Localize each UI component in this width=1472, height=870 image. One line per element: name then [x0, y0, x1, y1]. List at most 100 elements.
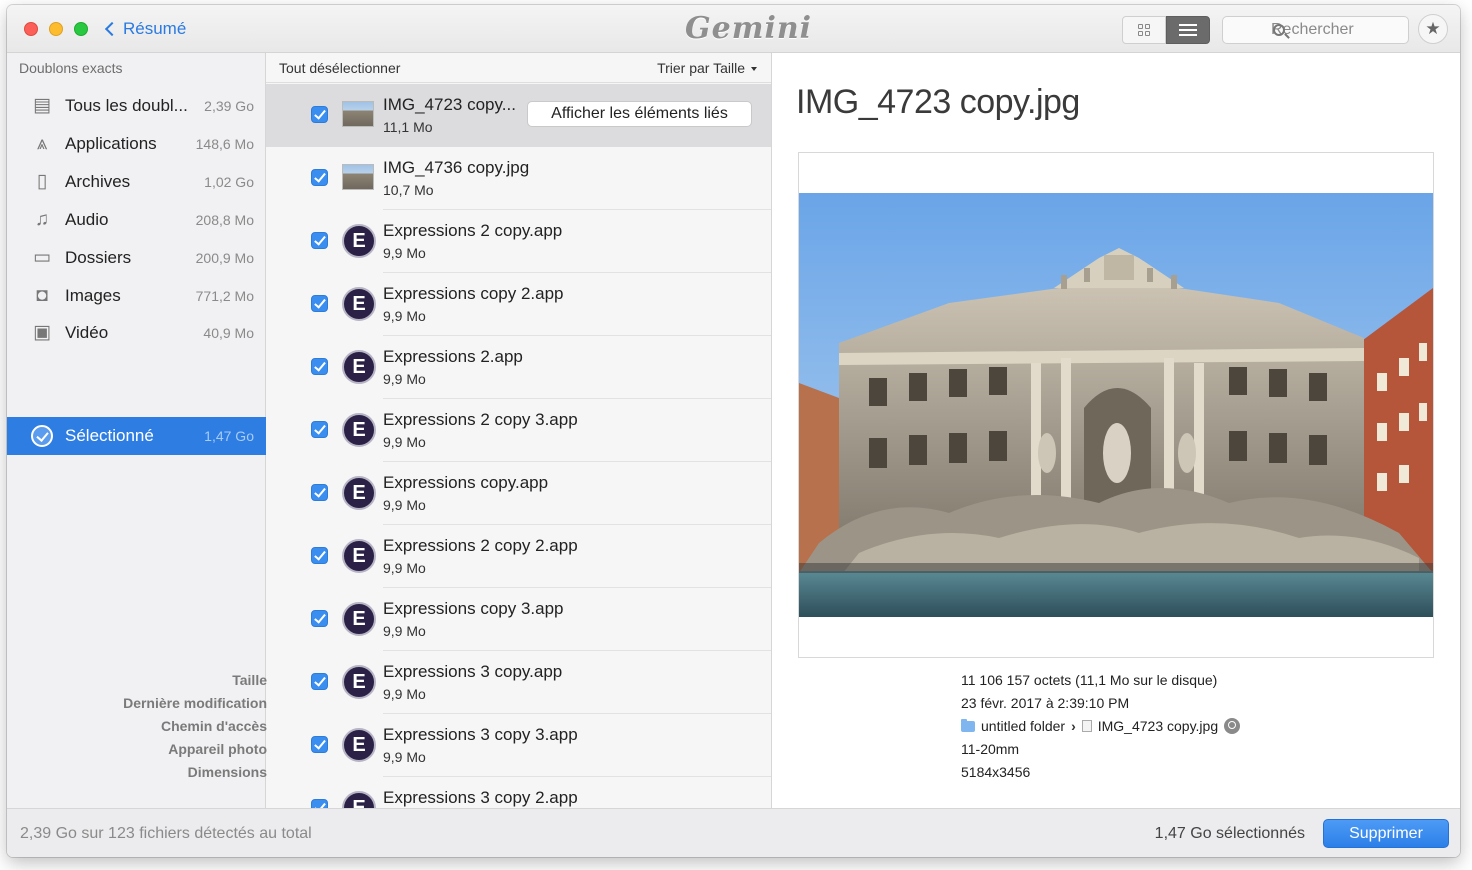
file-name: Expressions copy 3.app: [383, 599, 564, 618]
expressions-app-icon: E: [342, 476, 376, 510]
list-item[interactable]: E Expressions 3 copy.app 9,9 Mo: [266, 651, 771, 714]
list-view-toggle[interactable]: [1166, 16, 1210, 44]
list-item[interactable]: E Expressions 2 copy.app 9,9 Mo: [266, 210, 771, 273]
path-folder[interactable]: untitled folder: [981, 718, 1065, 734]
sidebar-item-label: Archives: [65, 172, 131, 191]
file-name: Expressions copy.app: [383, 473, 549, 492]
sidebar-item-video[interactable]: ▣ Vidéo 40,9 Mo: [7, 315, 266, 351]
sidebar-item-archives[interactable]: ▯ Archives 1,02 Go: [7, 164, 266, 200]
list-item[interactable]: IMG_4723 copy... 11,1 Mo Afficher les él…: [266, 84, 771, 147]
row-checkbox[interactable]: [311, 736, 328, 753]
row-checkbox[interactable]: [311, 799, 328, 808]
app-window: Résumé Gemini Rechercher ★ Doublons exac…: [7, 5, 1460, 857]
title-bar: Résumé Gemini Rechercher ★: [7, 5, 1460, 53]
sidebar-item-label: Tous les doubl...: [65, 96, 188, 115]
grid-view-toggle[interactable]: [1122, 16, 1166, 44]
sort-label: Trier par Taille: [657, 60, 745, 76]
app-store-icon: ⩓: [36, 133, 48, 154]
file-name: Expressions 2.app: [383, 347, 523, 366]
row-checkbox[interactable]: [311, 484, 328, 501]
chevron-left-icon: [104, 21, 120, 37]
sidebar-item-applications[interactable]: ⩓ Applications 148,6 Mo: [7, 126, 266, 162]
sort-menu[interactable]: Trier par Taille: [657, 60, 757, 76]
file-name: IMG_4723 copy...: [383, 95, 516, 114]
photo-thumbnail: [342, 164, 374, 190]
back-label: Résumé: [123, 19, 187, 38]
file-size: 9,9 Mo: [383, 686, 426, 702]
info-key: Taille: [232, 672, 267, 688]
total-status: 2,39 Go sur 123 fichiers détectés au tot…: [20, 825, 312, 842]
show-linked-items-button[interactable]: Afficher les éléments liés: [527, 101, 752, 127]
list-item[interactable]: E Expressions copy 3.app 9,9 Mo: [266, 588, 771, 651]
star-icon: ★: [1425, 19, 1441, 38]
search-field[interactable]: Rechercher: [1222, 16, 1409, 44]
expressions-app-icon: E: [342, 413, 376, 447]
duplicate-list: Tout désélectionner Trier par Taille IMG…: [266, 53, 772, 808]
favorites-button[interactable]: ★: [1418, 14, 1448, 44]
file-title: IMG_4723 copy.jpg: [796, 83, 1080, 121]
file-size: 11,1 Mo: [383, 119, 433, 135]
file-size: 9,9 Mo: [383, 749, 426, 765]
row-checkbox[interactable]: [311, 295, 328, 312]
row-checkbox[interactable]: [311, 421, 328, 438]
sidebar-item-images[interactable]: ◘ Images 771,2 Mo: [7, 278, 266, 314]
list-icon: [1179, 24, 1197, 36]
sidebar-item-folders[interactable]: ▭ Dossiers 200,9 Mo: [7, 240, 266, 276]
path-separator: ›: [1071, 718, 1076, 734]
list-item[interactable]: E Expressions copy 2.app 9,9 Mo: [266, 273, 771, 336]
sidebar-item-audio[interactable]: ♫ Audio 208,8 Mo: [7, 202, 266, 238]
delete-button[interactable]: Supprimer: [1323, 819, 1449, 848]
list-item[interactable]: IMG_4736 copy.jpg 10,7 Mo: [266, 147, 771, 210]
sidebar-item-size: 200,9 Mo: [195, 250, 254, 266]
sidebar-item-size: 2,39 Go: [204, 98, 254, 114]
list-item[interactable]: E Expressions copy.app 9,9 Mo: [266, 462, 771, 525]
expressions-app-icon: E: [342, 665, 376, 699]
file-name: Expressions 2 copy.app: [383, 221, 563, 240]
photo-thumbnail: [342, 101, 374, 127]
expressions-app-icon: E: [342, 287, 376, 321]
list-item[interactable]: E Expressions 3 copy 2.app: [266, 777, 771, 808]
sidebar-item-size: 1,02 Go: [204, 174, 254, 190]
row-checkbox[interactable]: [311, 358, 328, 375]
file-name: IMG_4736 copy.jpg: [383, 158, 530, 177]
file-icon: [1081, 720, 1092, 732]
list-item[interactable]: E Expressions 3 copy 3.app 9,9 Mo: [266, 714, 771, 777]
sidebar-heading: Doublons exacts: [19, 60, 123, 76]
row-checkbox[interactable]: [311, 610, 328, 627]
info-key: Chemin d'accès: [160, 718, 267, 734]
path-value: untitled folder › IMG_4723 copy.jpg: [961, 718, 1241, 734]
file-name: Expressions 3 copy.app: [383, 662, 563, 681]
list-item[interactable]: E Expressions 2.app 9,9 Mo: [266, 336, 771, 399]
row-checkbox[interactable]: [311, 106, 328, 123]
expressions-app-icon: E: [342, 602, 376, 636]
row-checkbox[interactable]: [311, 547, 328, 564]
row-checkbox[interactable]: [311, 169, 328, 186]
sidebar-item-label: Images: [65, 286, 121, 305]
info-key: Dernière modification: [123, 695, 267, 711]
deselect-all-button[interactable]: Tout désélectionner: [279, 60, 400, 76]
image-preview: [798, 152, 1434, 658]
info-key: Appareil photo: [168, 741, 267, 757]
dropdown-arrow-icon: [751, 67, 757, 72]
file-size: 10,7 Mo: [383, 182, 434, 198]
sidebar-item-selected[interactable]: Sélectionné 1,47 Go: [7, 417, 266, 455]
list-item[interactable]: E Expressions 2 copy 2.app 9,9 Mo: [266, 525, 771, 588]
info-key: Dimensions: [187, 764, 267, 780]
close-window-button[interactable]: [24, 22, 38, 36]
zoom-window-button[interactable]: [74, 22, 88, 36]
path-file[interactable]: IMG_4723 copy.jpg: [1098, 718, 1218, 734]
sidebar-item-all-duplicates[interactable]: ▤ Tous les doubl... 2,39 Go: [7, 88, 266, 124]
minimize-window-button[interactable]: [49, 22, 63, 36]
info-value: 23 févr. 2017 à 2:39:10 PM: [961, 695, 1130, 711]
row-checkbox[interactable]: [311, 232, 328, 249]
list-item[interactable]: E Expressions 2 copy 3.app 9,9 Mo: [266, 399, 771, 462]
file-size: 9,9 Mo: [383, 245, 426, 261]
row-checkbox[interactable]: [311, 673, 328, 690]
fountain-photo: [799, 193, 1433, 617]
back-to-summary-button[interactable]: Résumé: [103, 17, 186, 41]
photo-illustration: [799, 193, 1433, 617]
file-name: Expressions copy 2.app: [383, 284, 564, 303]
reveal-in-finder-icon[interactable]: [1224, 718, 1241, 734]
app-logo: Gemini: [685, 11, 813, 46]
stack-icon: ▤: [33, 95, 51, 116]
